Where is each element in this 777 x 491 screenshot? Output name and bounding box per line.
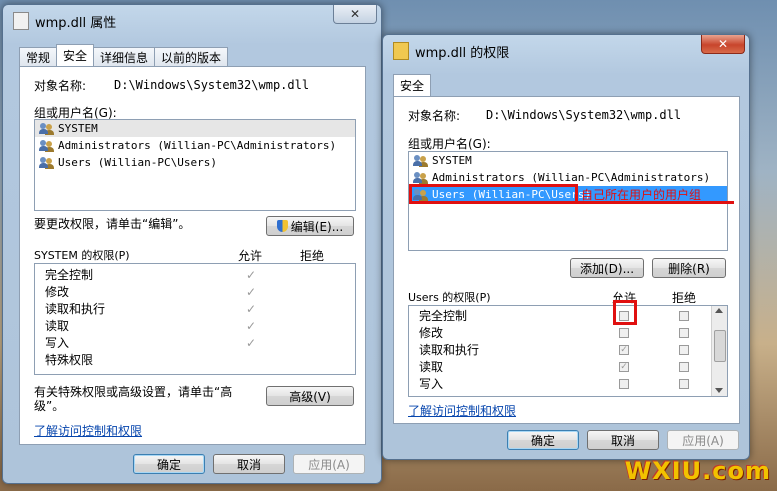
object-name-value: D:\Windows\System32\wmp.dll — [486, 108, 682, 122]
apply-button[interactable]: 应用(A) — [667, 430, 739, 450]
object-name-value: D:\Windows\System32\wmp.dll — [114, 78, 310, 92]
tab-general[interactable]: 常规 — [19, 47, 58, 66]
users-icon — [39, 156, 55, 169]
list-item[interactable]: SYSTEM — [35, 120, 355, 137]
allow-check-icon: ✓ — [246, 319, 257, 333]
close-button[interactable]: ✕ — [701, 35, 745, 54]
permission-row: 修改 — [45, 285, 70, 299]
deny-header: 拒绝 — [300, 249, 325, 263]
properties-tabs: 常规 安全 详细信息 以前的版本 — [19, 44, 229, 66]
add-button[interactable]: 添加(D)... — [570, 258, 644, 278]
allow-checkbox[interactable]: ✓ — [619, 362, 629, 372]
permission-row: 读取 — [45, 319, 70, 333]
users-icon — [413, 154, 429, 167]
permissions-list: 完全控制 修改 读取和执行 读取 写入 ✓ ✓ — [408, 305, 728, 397]
permission-row: 完全控制 — [45, 268, 94, 282]
properties-title: wmp.dll 属性 — [35, 15, 117, 31]
deny-header: 拒绝 — [672, 291, 697, 305]
deny-checkbox[interactable] — [679, 379, 689, 389]
users-icon — [413, 171, 429, 184]
learn-link[interactable]: 了解访问控制和权限 — [408, 402, 516, 419]
object-name-label: 对象名称: — [408, 109, 461, 123]
allow-checkbox[interactable] — [619, 328, 629, 338]
properties-title-bar: wmp.dll 属性 — [13, 11, 116, 31]
permissions-header: SYSTEM 的权限(P) — [34, 249, 130, 262]
deny-checkbox[interactable] — [679, 345, 689, 355]
deny-checkbox[interactable] — [679, 328, 689, 338]
allow-check-icon: ✓ — [246, 268, 257, 282]
edit-button[interactable]: 编辑(E)... — [266, 216, 354, 236]
advanced-button[interactable]: 高级(V) — [266, 386, 354, 406]
permission-row: 读取 — [419, 360, 444, 374]
remove-button[interactable]: 删除(R) — [652, 258, 726, 278]
security-pane: 对象名称: D:\Windows\System32\wmp.dll 组或用户名(… — [19, 66, 366, 445]
advanced-hint-cont: 级”。 — [34, 399, 65, 413]
permissions-title-bar: wmp.dll 的权限 — [393, 41, 509, 61]
permission-row: 写入 — [419, 377, 444, 391]
allow-checkbox[interactable] — [619, 379, 629, 389]
tab-previous-versions[interactable]: 以前的版本 — [154, 47, 229, 66]
ok-button[interactable]: 确定 — [507, 430, 579, 450]
cancel-button[interactable]: 取消 — [213, 454, 285, 474]
deny-checkbox[interactable] — [679, 311, 689, 321]
users-icon — [39, 122, 55, 135]
permissions-window: wmp.dll 的权限 ✕ 安全 对象名称: D:\Windows\System… — [382, 34, 750, 460]
object-name-label: 对象名称: — [34, 79, 87, 93]
user-list: SYSTEM Administrators (Willian-PC\Admini… — [34, 119, 356, 211]
list-item[interactable]: Users (Willian-PC\Users) — [35, 154, 355, 171]
group-label: 组或用户名(G): — [408, 137, 491, 151]
ok-button[interactable]: 确定 — [133, 454, 205, 474]
permission-row: 修改 — [419, 326, 444, 340]
properties-window: wmp.dll 属性 ✕ 常规 安全 详细信息 以前的版本 对象名称: D:\W… — [2, 4, 382, 484]
permissions-title: wmp.dll 的权限 — [415, 45, 510, 61]
close-icon: ✕ — [717, 37, 729, 51]
allow-checkbox[interactable]: ✓ — [619, 345, 629, 355]
allow-header: 允许 — [238, 249, 263, 263]
uac-shield-icon — [276, 220, 288, 232]
apply-button[interactable]: 应用(A) — [293, 454, 365, 474]
permission-row: 写入 — [45, 336, 70, 350]
allow-check-icon: ✓ — [246, 336, 257, 350]
scroll-up-icon[interactable] — [715, 308, 723, 313]
annotation-box — [409, 184, 578, 204]
close-button[interactable]: ✕ — [333, 5, 377, 24]
annotation-checkbox-highlight — [613, 300, 637, 325]
tab-security[interactable]: 安全 — [393, 74, 432, 96]
allow-check-icon: ✓ — [246, 285, 257, 299]
permissions-tabs: 安全 — [393, 74, 432, 96]
allow-check-icon: ✓ — [246, 302, 257, 316]
learn-link[interactable]: 了解访问控制和权限 — [34, 422, 142, 439]
annotation-underline — [574, 201, 734, 204]
watermark-logo: WXIU.com — [624, 457, 771, 485]
list-item[interactable]: Administrators (Willian-PC\Administrator… — [35, 137, 355, 154]
permission-row: 读取和执行 — [419, 343, 480, 357]
permissions-scrollbar[interactable] — [711, 306, 727, 396]
permission-row: 读取和执行 — [45, 302, 106, 316]
tab-security[interactable]: 安全 — [56, 44, 95, 66]
list-item[interactable]: SYSTEM — [409, 152, 727, 169]
file-icon — [13, 12, 29, 30]
permissions-list: 完全控制 修改 读取和执行 读取 写入 特殊权限 ✓ ✓ ✓ ✓ ✓ — [34, 263, 356, 375]
close-icon: ✕ — [349, 7, 361, 21]
file-icon — [393, 42, 409, 60]
permission-row: 完全控制 — [419, 309, 468, 323]
edit-hint: 要更改权限，请单击“编辑”。 — [34, 217, 191, 231]
deny-checkbox[interactable] — [679, 362, 689, 372]
security-pane: 对象名称: D:\Windows\System32\wmp.dll 组或用户名(… — [393, 96, 740, 424]
users-icon — [39, 139, 55, 152]
tab-details[interactable]: 详细信息 — [93, 47, 156, 66]
permissions-header: Users 的权限(P) — [408, 291, 491, 304]
permission-row: 特殊权限 — [45, 353, 94, 367]
cancel-button[interactable]: 取消 — [587, 430, 659, 450]
scroll-thumb[interactable] — [714, 330, 726, 362]
scroll-down-icon[interactable] — [715, 388, 723, 393]
